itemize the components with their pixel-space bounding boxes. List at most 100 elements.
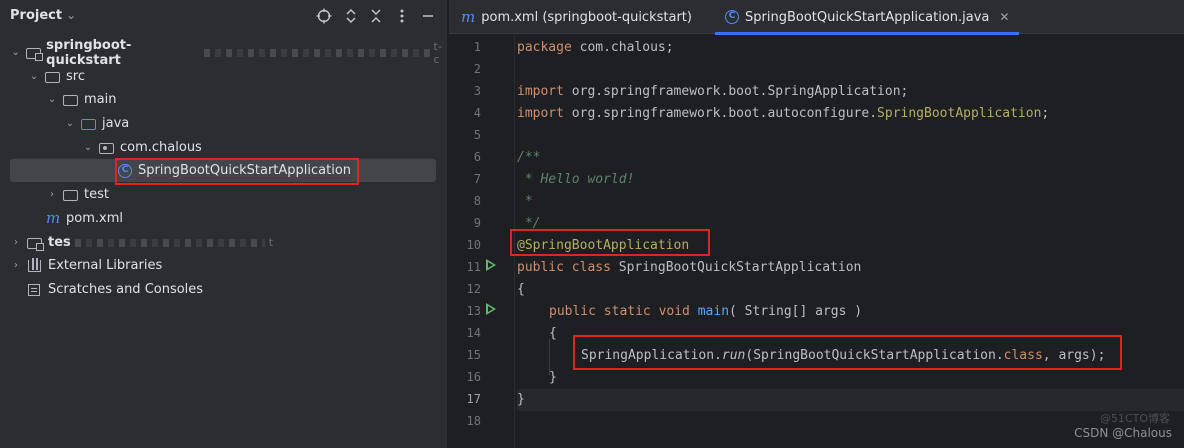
chevron-down-icon[interactable]: ⌄ — [64, 118, 76, 129]
libraries-icon — [26, 257, 44, 274]
code-line-4: import org.springframework.boot.autoconf… — [517, 106, 1050, 121]
maven-icon: m — [46, 208, 61, 227]
chevron-right-icon[interactable]: › — [10, 237, 22, 248]
code-line-12: { — [517, 282, 525, 297]
folder-icon — [62, 187, 80, 203]
line-number: 2 — [473, 62, 481, 76]
run-gutter-icon-class[interactable] — [486, 259, 496, 271]
chevron-down-icon[interactable]: ⌄ — [46, 94, 58, 105]
more-icon[interactable] — [392, 6, 412, 26]
line-number: 18 — [466, 414, 481, 428]
redacted-path-suffix: t — [268, 236, 274, 249]
line-number: 9 — [473, 216, 481, 230]
tree-item-label: Scratches and Consoles — [48, 282, 204, 297]
line-number: 1 — [473, 40, 481, 54]
code-line-1: package com.chalous; — [517, 40, 674, 55]
module-folder-icon — [26, 235, 44, 251]
tree-item-test-module[interactable]: › tes t — [0, 231, 447, 254]
code-line-17: } — [517, 389, 1184, 411]
collapse-all-icon[interactable] — [366, 6, 386, 26]
line-number: 12 — [466, 282, 481, 296]
tree-item-main[interactable]: ⌄ main — [0, 88, 447, 111]
run-gutter-icon-main[interactable] — [486, 303, 496, 315]
tree-item-label: pom.xml — [66, 211, 123, 226]
code-area[interactable]: package com.chalous; import org.springfr… — [510, 35, 1184, 448]
source-folder-icon — [80, 116, 98, 132]
line-number: 5 — [473, 128, 481, 142]
line-number: 4 — [473, 106, 481, 120]
line-number: 3 — [473, 84, 481, 98]
minimize-icon[interactable] — [418, 6, 438, 26]
tree-item-src[interactable]: ⌄ src — [0, 65, 447, 88]
module-folder-icon — [25, 45, 44, 61]
tree-item-scratches-and-consoles[interactable]: Scratches and Consoles — [0, 278, 447, 301]
tree-item-label: com.chalous — [120, 140, 202, 155]
scratches-icon — [26, 282, 44, 298]
code-line-3: import org.springframework.boot.SpringAp… — [517, 84, 909, 99]
line-number: 13 — [466, 304, 481, 318]
tree-item-test[interactable]: › test — [0, 183, 447, 206]
tree-item-label: main — [84, 92, 117, 107]
code-line-7: * Hello world! — [517, 172, 635, 187]
watermark-faint: @51CTO博客 — [1099, 412, 1170, 425]
line-number: 7 — [473, 172, 481, 186]
tree-item-label: test — [84, 187, 109, 202]
tree-item-java[interactable]: ⌄ java — [0, 112, 447, 135]
chevron-down-icon[interactable]: ⌄ — [82, 142, 94, 153]
code-line-8: * — [517, 194, 533, 209]
folder-icon — [62, 92, 80, 108]
editor-tabs: m pom.xml (springboot-quickstart) C Spri… — [449, 0, 1184, 35]
tree-item-springboot-quickstart[interactable]: ⌄ springboot-quickstart t-c — [0, 38, 447, 68]
line-number: 8 — [473, 194, 481, 208]
line-number-gutter: 1 2 3 4 5 6 7 8 9 10 11 12 13 14 15 16 1… — [449, 35, 515, 448]
code-line-11: public class SpringBootQuickStartApplica… — [517, 260, 862, 275]
folder-icon — [44, 69, 62, 85]
code-line-16: } — [549, 370, 557, 385]
tree-item-label: SpringBootQuickStartApplication — [138, 163, 352, 178]
line-number: 16 — [466, 370, 481, 384]
project-panel-header: Project ⌄ — [0, 0, 447, 34]
watermark: CSDN @Chalous — [1074, 426, 1172, 440]
tree-item-label: java — [102, 116, 130, 131]
chevron-down-icon[interactable]: ⌄ — [10, 47, 21, 58]
expand-collapse-icon[interactable] — [341, 6, 361, 26]
class-icon: C — [116, 163, 134, 179]
tab-label: pom.xml (springboot-quickstart) — [481, 9, 692, 25]
target-icon[interactable] — [314, 6, 334, 26]
code-line-14: { — [549, 326, 557, 341]
line-number: 15 — [466, 348, 481, 362]
tree-item-pom-xml[interactable]: m pom.xml — [0, 207, 447, 230]
code-line-9: */ — [517, 216, 541, 231]
code-line-15: SpringApplication.run(SpringBootQuickSta… — [581, 348, 1106, 363]
tree-item-label: springboot-quickstart — [46, 37, 132, 68]
maven-icon: m — [461, 8, 476, 26]
line-number-current: 17 — [466, 392, 481, 406]
redacted-path — [74, 238, 265, 247]
redacted-path — [204, 48, 430, 57]
chevron-down-icon: ⌄ — [66, 8, 77, 22]
code-line-13: public static void main( String[] args ) — [549, 304, 863, 319]
tree-item-springbootquickstartapplication[interactable]: C SpringBootQuickStartApplication — [10, 159, 436, 182]
chevron-right-icon[interactable]: › — [10, 260, 22, 271]
chevron-down-icon[interactable]: ⌄ — [28, 71, 40, 82]
code-line-6: /** — [517, 150, 541, 165]
tab-springbootquickstartapplication[interactable]: C SpringBootQuickStartApplication.java ✕ — [715, 0, 1020, 35]
project-view-selector[interactable]: Project ⌄ — [10, 8, 76, 23]
chevron-right-icon[interactable]: › — [46, 189, 58, 200]
tree-item-label: External Libraries — [48, 258, 163, 273]
tree-item-com-chalous[interactable]: ⌄ com.chalous — [0, 136, 447, 159]
tree-item-external-libraries[interactable]: › External Libraries — [0, 254, 447, 277]
tree-item-label: src — [66, 69, 85, 84]
tab-pom-xml[interactable]: m pom.xml (springboot-quickstart) — [461, 0, 692, 34]
code-line-10: @SpringBootApplication — [517, 238, 690, 253]
project-panel: Project ⌄ ⌄ springboot-quickstart t-c ⌄ s… — [0, 0, 447, 448]
line-number: 10 — [466, 238, 481, 252]
line-number: 11 — [466, 260, 481, 274]
class-icon: C — [725, 10, 739, 24]
package-icon — [98, 140, 116, 156]
tree-item-label: tes — [48, 235, 71, 250]
line-number: 6 — [473, 150, 481, 164]
redacted-path-suffix: t-c — [433, 39, 442, 66]
close-icon[interactable]: ✕ — [999, 10, 1009, 24]
editor-panel: m pom.xml (springboot-quickstart) C Spri… — [449, 0, 1184, 448]
